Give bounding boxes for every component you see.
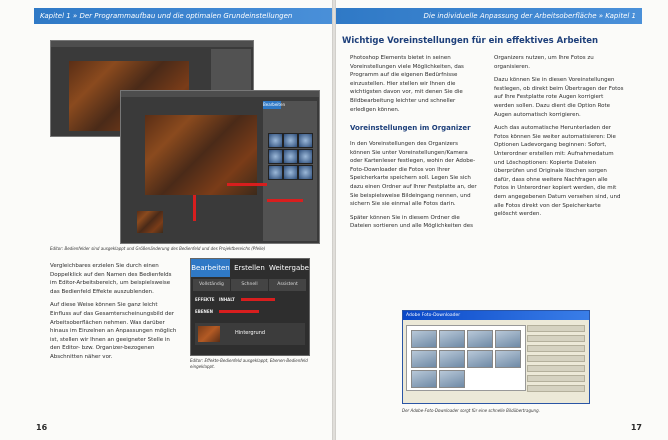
photo-thumb	[495, 330, 521, 348]
photo-thumb	[411, 350, 437, 368]
book-spread: Kapitel 1 » Der Programmaufbau und die o…	[0, 0, 668, 440]
photo-thumb	[411, 330, 437, 348]
option-field	[527, 385, 585, 392]
panel-arrow	[241, 298, 275, 301]
paragraph: Auf diese Weise können Sie ganz leicht E…	[50, 302, 177, 360]
effect-thumb	[268, 165, 283, 180]
right-col1-intro: Photoshop Elements bietet in seinen Vore…	[350, 55, 464, 113]
screenshot-toolbar	[121, 91, 319, 97]
screenshot-toolbar	[51, 41, 253, 47]
figure1-caption: Editor: Bedienfelder sind ausgeklappt un…	[50, 246, 266, 251]
paragraph: Auch das automatische Herunterladen der …	[494, 125, 621, 218]
tab-bearbeiten: Bearbeiten	[191, 259, 230, 277]
editor-screenshot-front: Bearbeiten	[120, 90, 320, 244]
photo-thumb	[439, 350, 465, 368]
photo-thumb	[439, 370, 465, 388]
downloader-caption: Der Adobe-Foto-Downloader sorgt für eine…	[402, 408, 540, 413]
effekte-label: EFFEKTE	[195, 297, 215, 302]
option-field	[527, 335, 585, 342]
paragraph: Später können Sie in diesem Ordner die D…	[350, 214, 473, 230]
paragraph: Dazu können Sie in diesen Voreinstellung…	[494, 77, 624, 118]
effect-thumb	[268, 133, 283, 148]
right-col1-body: In den Voreinstellungen des Organizers k…	[350, 140, 478, 236]
left-running-header: Kapitel 1 » Der Programmaufbau und die o…	[34, 8, 332, 24]
project-bin-thumb	[137, 211, 163, 233]
photo-thumb	[439, 330, 465, 348]
tab-weitergabe: Weitergabe	[268, 264, 309, 272]
paragraph: Vergleichbares erzielen Sie durch einen …	[50, 263, 172, 295]
panel-subtabs: Vollständig Schnell Assistent	[193, 279, 307, 291]
layer-thumbnail	[198, 326, 220, 342]
effect-thumb	[298, 165, 313, 180]
foto-downloader-dialog: Adobe Foto-Downloader	[402, 310, 590, 404]
subtab-schnell: Schnell	[231, 279, 268, 291]
photo-thumb	[411, 370, 437, 388]
right-running-header: Die individuelle Anpassung der Arbeitsob…	[336, 8, 642, 24]
ebenen-label: EBENEN	[195, 309, 213, 314]
panel-tabs: Bearbeiten Erstellen Weitergabe	[191, 259, 309, 277]
dialog-title: Adobe Foto-Downloader	[403, 311, 589, 320]
page-number-right: 17	[630, 423, 642, 432]
resize-arrow-horizontal	[267, 199, 303, 202]
panel-arrow	[219, 310, 259, 313]
option-field	[527, 355, 585, 362]
effect-thumb	[283, 165, 298, 180]
resize-arrow-vertical	[193, 195, 196, 221]
layer-row: Hintergrund	[195, 323, 305, 345]
paragraph: Organizers nutzen, um Ihre Fotos zu orga…	[494, 55, 594, 70]
effect-thumb	[298, 149, 313, 164]
photo-thumb	[467, 350, 493, 368]
tab-erstellen: Erstellen	[234, 264, 265, 272]
effect-thumb	[298, 133, 313, 148]
photo-grid	[406, 325, 526, 391]
subheading: Voreinstellungen im Organizer	[350, 124, 471, 132]
photo-thumb	[495, 350, 521, 368]
dialog-options	[527, 325, 585, 392]
subtab-assistent: Assistent	[269, 279, 306, 291]
figure2-caption: Editor: Effekte-Bedienfeld ausgeklappt, …	[190, 358, 308, 369]
screenshot-tab-bearbeiten: Bearbeiten	[263, 101, 285, 109]
effect-thumb	[268, 149, 283, 164]
inhalt-label: INHALT	[219, 297, 235, 302]
paragraph: In den Voreinstellungen des Organizers k…	[350, 141, 477, 208]
resize-arrow-horizontal	[227, 183, 267, 186]
option-field	[527, 375, 585, 382]
option-field	[527, 365, 585, 372]
page-number-left: 16	[36, 423, 48, 432]
layer-name: Hintergrund	[235, 330, 266, 336]
section-heading: Wichtige Voreinstellungen für ein effekt…	[342, 36, 599, 46]
right-col2-body: Organizers nutzen, um Ihre Fotos zu orga…	[494, 54, 624, 224]
photo-thumb	[467, 330, 493, 348]
left-body-text: Vergleichbares erzielen Sie durch einen …	[50, 262, 178, 367]
option-field	[527, 325, 585, 332]
left-page: Kapitel 1 » Der Programmaufbau und die o…	[0, 0, 332, 440]
effect-thumb	[283, 149, 298, 164]
option-field	[527, 345, 585, 352]
effect-thumb	[283, 133, 298, 148]
panel-screenshot: Bearbeiten Erstellen Weitergabe Vollstän…	[190, 258, 310, 356]
subtab-vollstaendig: Vollständig	[193, 279, 230, 291]
